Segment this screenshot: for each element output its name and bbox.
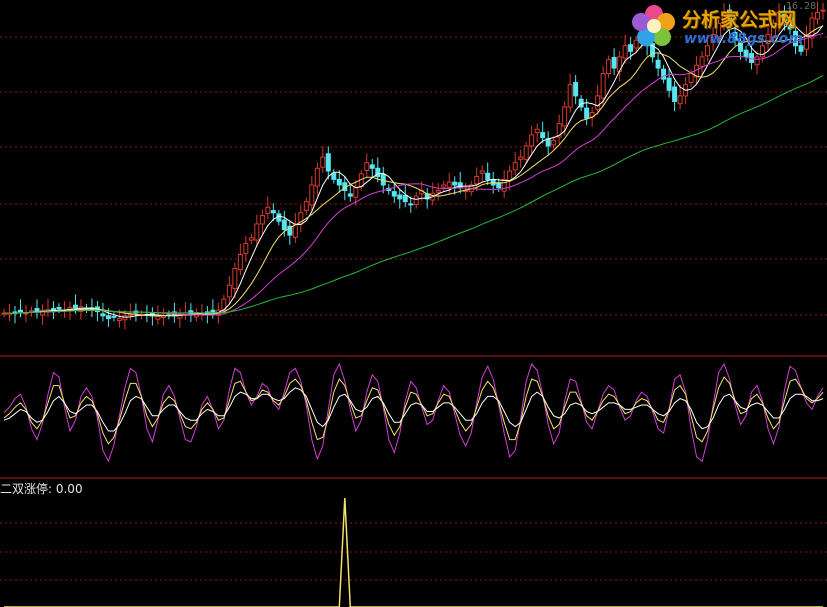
candle-body[interactable] (408, 203, 414, 206)
candle-body[interactable] (155, 315, 161, 320)
flower-logo-icon (632, 5, 675, 46)
candle-body[interactable] (435, 190, 441, 193)
candle-body[interactable] (34, 308, 40, 313)
candle-body[interactable] (661, 68, 667, 80)
candle-body[interactable] (490, 178, 496, 186)
candle-body[interactable] (127, 313, 133, 316)
candle-body[interactable] (413, 195, 419, 205)
candle-body[interactable] (248, 237, 254, 241)
candle-body[interactable] (666, 77, 672, 91)
candle-body[interactable] (56, 306, 62, 310)
candle-body[interactable] (232, 267, 238, 290)
candle-body[interactable] (265, 206, 271, 214)
candle-body[interactable] (655, 59, 661, 69)
candle-body[interactable] (226, 284, 232, 298)
candle-body[interactable] (303, 201, 309, 212)
candle-body[interactable] (391, 191, 397, 197)
candle-body[interactable] (606, 59, 612, 75)
candle-body[interactable] (529, 134, 535, 147)
candle-body[interactable] (243, 242, 249, 254)
candle-body[interactable] (116, 318, 122, 322)
candle-body[interactable] (562, 106, 568, 127)
candle-body[interactable] (485, 172, 491, 180)
candle-body[interactable] (314, 167, 320, 187)
candle-body[interactable] (474, 176, 480, 185)
candle-body[interactable] (754, 56, 760, 66)
candle-body[interactable] (270, 210, 276, 214)
oscillator-line-1[interactable] (3, 376, 824, 445)
candle-body[interactable] (479, 170, 485, 174)
candle-body[interactable] (254, 223, 260, 241)
indicator-label: 二双涨停: 0.00 (0, 482, 83, 496)
candle-body[interactable] (672, 86, 678, 102)
oscillator-panel[interactable] (3, 362, 824, 463)
candle-body[interactable] (518, 156, 524, 160)
candle-body[interactable] (523, 145, 529, 160)
chart-stage (0, 1, 827, 607)
candle-body[interactable] (600, 73, 606, 99)
candle-body[interactable] (347, 193, 353, 197)
candle-body[interactable] (397, 194, 403, 200)
candle-body[interactable] (353, 187, 359, 198)
candle-body[interactable] (677, 95, 683, 105)
candle-body[interactable] (446, 181, 452, 188)
candle-body[interactable] (369, 164, 375, 169)
candle-body[interactable] (336, 178, 342, 186)
candle-body[interactable] (309, 184, 315, 206)
candle-body[interactable] (105, 315, 111, 320)
price-ma-line-2[interactable] (4, 33, 824, 316)
candle-body[interactable] (540, 132, 546, 139)
candle-body[interactable] (573, 82, 579, 97)
candle-body[interactable] (122, 315, 128, 321)
candle-body[interactable] (567, 84, 573, 108)
top-price-label: 16.28 (786, 1, 817, 12)
candle-body[interactable] (364, 162, 370, 171)
oscillator-line-0[interactable] (3, 362, 824, 463)
candle-body[interactable] (237, 254, 243, 271)
candle-body[interactable] (331, 172, 337, 180)
candle-body[interactable] (699, 56, 705, 67)
candle-body[interactable] (512, 162, 518, 171)
candle-body[interactable] (111, 315, 117, 318)
candle-body[interactable] (281, 219, 287, 231)
candle-body[interactable] (595, 95, 601, 110)
candle-body[interactable] (501, 178, 507, 192)
candle-body[interactable] (100, 313, 106, 317)
candle-body[interactable] (441, 184, 447, 188)
grid-layer (0, 36, 827, 581)
candle-body[interactable] (17, 309, 23, 313)
candle-body[interactable] (551, 139, 557, 146)
candle-body[interactable] (259, 215, 265, 225)
candle-body[interactable] (611, 56, 617, 69)
candle-body[interactable] (452, 181, 458, 186)
candle-body[interactable] (457, 182, 463, 189)
candle-body[interactable] (402, 195, 408, 203)
candle-body[interactable] (534, 128, 540, 134)
candle-body[interactable] (320, 156, 326, 168)
price-ma-line-1[interactable] (4, 25, 824, 317)
candle-body[interactable] (325, 153, 331, 172)
price-ma-line-3[interactable] (4, 75, 824, 314)
candle-body[interactable] (584, 107, 590, 119)
watermark-url: www.88gs.com (684, 31, 803, 47)
candle-body[interactable] (688, 73, 694, 84)
candle-body[interactable] (72, 304, 78, 309)
watermark-brand: 分析家公式网 (682, 9, 797, 31)
